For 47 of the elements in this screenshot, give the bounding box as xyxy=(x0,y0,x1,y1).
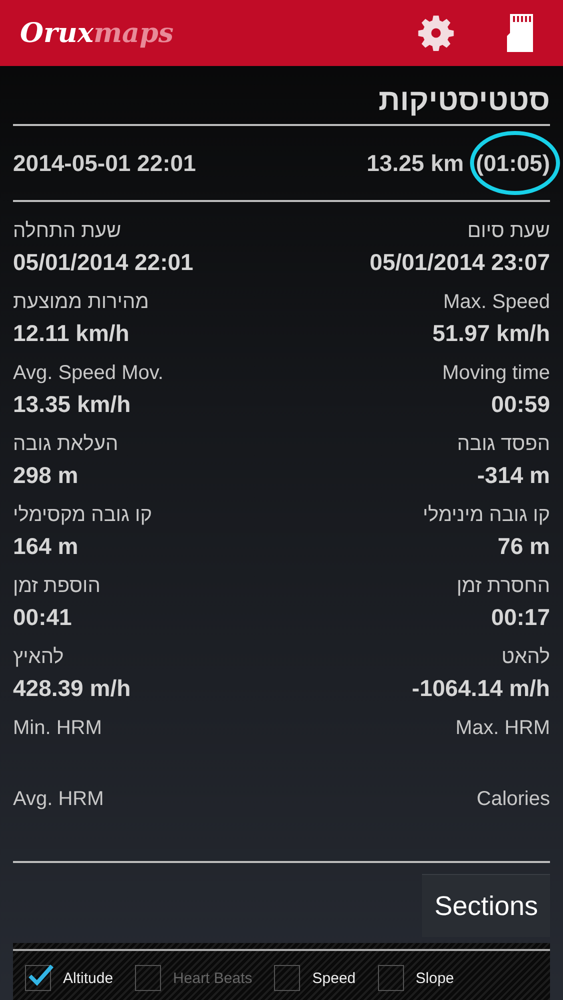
stat-label: החסרת זמן xyxy=(456,575,550,598)
stat-label: הוספת זמן xyxy=(13,575,100,598)
checkbox-label[interactable]: Speed xyxy=(312,970,356,986)
stat-value: -1064.14 m/h xyxy=(412,675,550,702)
sections-button[interactable]: Sections xyxy=(422,875,550,937)
checkmark-icon xyxy=(28,964,54,986)
stat-value: 00:17 xyxy=(491,604,550,631)
stat-value: 13.35 km/h xyxy=(13,391,131,418)
stat-label: קו גובה מינימלי xyxy=(422,504,550,527)
stat-label: להאיץ xyxy=(13,646,64,669)
stat-label: Min. HRM xyxy=(13,717,102,740)
stat-value: 05/01/2014 22:01 xyxy=(13,249,194,276)
stat-label: Avg. HRM xyxy=(13,788,104,811)
app-logo: Oruxmaps xyxy=(20,18,174,48)
stat-label: Moving time xyxy=(442,362,550,385)
stat-value: 00:59 xyxy=(491,391,550,418)
settings-icon[interactable] xyxy=(417,14,455,52)
sd-card-icon[interactable] xyxy=(507,14,533,52)
stat-label: העלאת גובה xyxy=(13,433,118,456)
stat-label: שעת סיום xyxy=(467,220,550,243)
stat-label: Avg. Speed Mov. xyxy=(13,362,164,385)
track-date: 2014-05-01 22:01 xyxy=(13,150,196,176)
checkbox[interactable] xyxy=(378,965,404,991)
stat-value: 12.11 km/h xyxy=(13,320,130,347)
stat-value: 05/01/2014 23:07 xyxy=(370,249,550,276)
stat-label: שעת התחלה xyxy=(13,220,122,243)
stat-value: 76 m xyxy=(498,533,550,560)
checkbox-label[interactable]: Slope xyxy=(416,970,454,986)
stat-label: Calories xyxy=(476,788,550,811)
checkbox[interactable] xyxy=(25,965,51,991)
stat-value: 00:41 xyxy=(13,604,72,631)
checkbox-label[interactable]: Altitude xyxy=(63,970,114,986)
track-distance: 13.25 km xyxy=(366,150,464,176)
stat-value: -314 m xyxy=(477,462,550,489)
stat-value: 164 m xyxy=(13,533,78,560)
stat-value: 428.39 m/h xyxy=(13,675,131,702)
stat-value: 51.97 km/h xyxy=(432,320,550,347)
stat-label: להאט xyxy=(502,646,550,669)
stat-label: קו גובה מקסימלי xyxy=(13,504,152,527)
screen-title: סטטיסטיקות xyxy=(377,83,550,119)
checkbox[interactable] xyxy=(274,965,300,991)
stat-label: הפסד גובה xyxy=(457,433,550,456)
stat-value: 298 m xyxy=(13,462,78,489)
track-duration: (01:05) xyxy=(476,150,550,176)
stat-label: Max. Speed xyxy=(443,291,550,314)
stat-label: מהירות ממוצעת xyxy=(13,291,149,314)
stat-label: Max. HRM xyxy=(456,717,550,740)
